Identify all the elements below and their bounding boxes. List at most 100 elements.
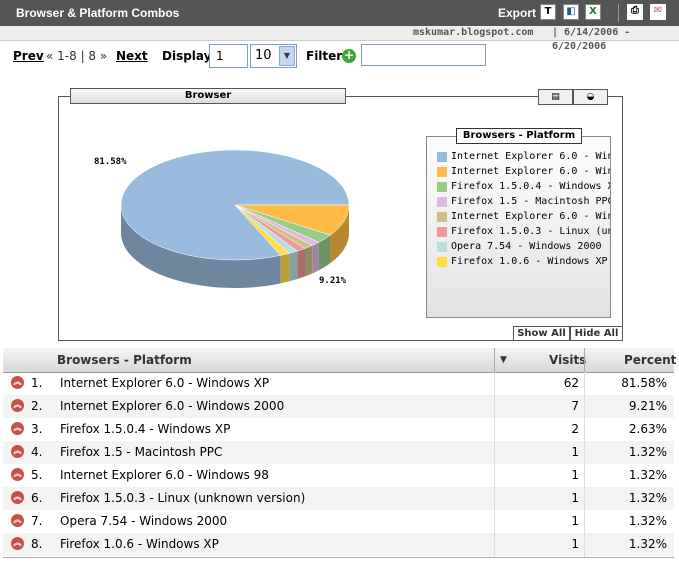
row-visits: 1 [571,514,579,528]
row-name: Firefox 1.5.0.4 - Windows XP [60,422,231,436]
table-row[interactable]: ︽ 8. Firefox 1.0.6 - Windows XP 1 1.32% [3,533,674,556]
legend-swatch [437,152,447,162]
hide-all-button[interactable]: Hide All [570,326,623,341]
table-bottom-border [3,557,674,558]
row-percent: 1.32% [628,445,667,459]
date-range: | 6/14/2006 - 6/20/2006 [552,27,631,52]
legend-item[interactable]: Firefox 1.5.0.4 - Windows XP [437,180,610,194]
row-percent: 81.58% [621,376,667,390]
add-filter-icon[interactable]: + [342,49,356,63]
chevron-down-icon: ▼ [279,46,295,66]
display-input[interactable] [210,45,247,67]
table-row[interactable]: ︽ 2. Internet Explorer 6.0 - Windows 200… [3,395,674,418]
row-expand-icon[interactable]: ︽ [11,491,24,504]
row-expand-icon[interactable]: ︽ [11,399,24,412]
chart-tab-browser[interactable]: Browser [70,88,346,104]
row-percent: 1.32% [628,468,667,482]
row-name: Internet Explorer 6.0 - Windows XP [60,376,270,390]
info-bar: mskumar.blogspot.com | 6/14/2006 - 6/20/… [0,26,679,52]
prev-link-wrap: Prev [13,44,44,68]
table-row[interactable]: ︽ 3. Firefox 1.5.0.4 - Windows XP 2 2.63… [3,418,674,441]
row-visits: 1 [571,537,579,551]
row-percent: 1.32% [628,491,667,505]
column-divider [494,348,495,372]
row-visits: 2 [571,422,579,436]
display-label: Display [162,49,212,63]
filter-input[interactable] [362,45,485,65]
legend-item[interactable]: Firefox 1.5.0.3 - Linux (unkno [437,225,610,239]
row-name: Internet Explorer 6.0 - Windows 2000 [60,399,285,413]
legend-item[interactable]: Firefox 1.0.6 - Windows XP [437,255,610,269]
column-header-percent[interactable]: Percent [624,348,676,372]
display-input-box [209,44,248,68]
show-all-button[interactable]: Show All [513,326,570,341]
row-name: Firefox 1.5.0.3 - Linux (unknown version… [60,491,306,505]
sort-desc-icon[interactable]: ▼ [500,348,507,372]
row-index: 5. [31,468,43,482]
title-bar: Browser & Platform Combos Export T ◧ X ⎙… [0,0,679,26]
per-page-select[interactable]: 10 ▼ [250,44,297,68]
xml-export-icon[interactable]: ◧ [563,4,579,20]
row-visits: 1 [571,468,579,482]
row-name: Internet Explorer 6.0 - Windows 98 [60,468,269,482]
row-name: Firefox 1.5 - Macintosh PPC [60,445,223,459]
legend-swatch [437,257,447,267]
email-icon[interactable]: ✉ [650,4,666,20]
legend-item[interactable]: Internet Explorer 6.0 - Windo [437,210,610,224]
row-expand-icon[interactable]: ︽ [11,445,24,458]
row-index: 8. [31,537,43,551]
row-index: 6. [31,491,43,505]
toolbar-divider [618,4,619,22]
legend-item[interactable]: Firefox 1.5 - Macintosh PPC [437,195,610,209]
pie-slice-side [289,251,298,282]
column-divider [584,348,585,372]
row-name: Opera 7.54 - Windows 2000 [60,514,228,528]
prev-link[interactable]: Prev [13,49,44,63]
row-visits: 1 [571,491,579,505]
row-visits: 1 [571,445,579,459]
pie-slice-side [305,245,313,277]
row-expand-icon[interactable]: ︽ [11,514,24,527]
legend-title: Browsers - Platform [456,128,582,144]
row-percent: 2.63% [628,422,667,436]
legend-item[interactable]: Internet Explorer 6.0 - Windo [437,165,610,179]
row-index: 3. [31,422,43,436]
legend-item[interactable]: Internet Explorer 6.0 - Windo [437,150,610,164]
pie-slice-side [280,253,290,284]
print-icon[interactable]: ⎙ [627,4,643,20]
legend-swatch [437,167,447,177]
legend-swatch [437,182,447,192]
row-expand-icon[interactable]: ︽ [11,422,24,435]
row-expand-icon[interactable]: ︽ [11,537,24,550]
pie-slice-side [297,248,306,280]
table-row[interactable]: ︽ 4. Firefox 1.5 - Macintosh PPC 1 1.32% [3,441,674,464]
row-percent: 1.32% [628,514,667,528]
row-expand-icon[interactable]: ︽ [11,468,24,481]
text-export-icon[interactable]: T [540,4,556,20]
export-label: Export [498,6,537,20]
filter-input-box [361,44,486,66]
site-name: mskumar.blogspot.com [413,27,534,38]
table-row[interactable]: ︽ 1. Internet Explorer 6.0 - Windows XP … [3,372,674,395]
pie-label-main: 81.58% [94,157,127,167]
table-row[interactable]: ︽ 7. Opera 7.54 - Windows 2000 1 1.32% [3,510,674,533]
bar-chart-toggle-icon[interactable]: ▤ [538,89,573,105]
column-header-visits[interactable]: Visits [549,348,586,372]
row-name: Firefox 1.0.6 - Windows XP [60,537,219,551]
row-expand-icon[interactable]: ︽ [11,376,24,389]
row-index: 2. [31,399,43,413]
next-link-wrap: Next [116,44,148,68]
row-index: 1. [31,376,43,390]
legend-panel: Internet Explorer 6.0 - Windo Internet E… [426,136,611,318]
row-percent: 9.21% [628,399,667,413]
excel-export-icon[interactable]: X [585,4,601,20]
pie-chart-toggle-icon[interactable]: ◒ [573,89,608,105]
filter-label: Filter [306,49,343,63]
legend-item[interactable]: Opera 7.54 - Windows 2000 [437,240,610,254]
legend-swatch [437,212,447,222]
per-page-value: 10 [255,48,272,63]
table-row[interactable]: ︽ 6. Firefox 1.5.0.3 - Linux (unknown ve… [3,487,674,510]
table-row[interactable]: ︽ 5. Internet Explorer 6.0 - Windows 98 … [3,464,674,487]
column-header-name[interactable]: Browsers - Platform [57,348,192,372]
next-link[interactable]: Next [116,49,148,63]
